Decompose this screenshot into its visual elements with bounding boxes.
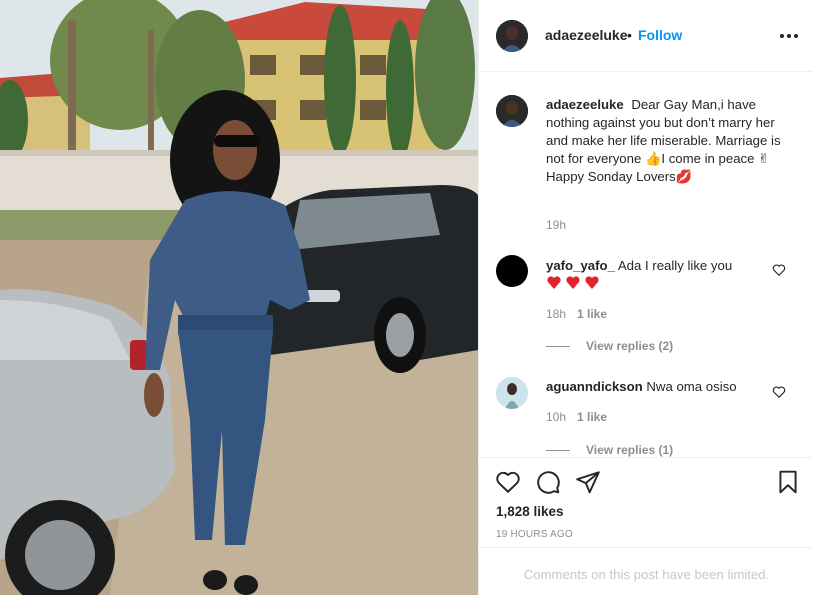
comment-like-heart-icon[interactable] (772, 385, 786, 399)
bookmark-icon[interactable] (775, 469, 801, 495)
comment-likes[interactable]: 1 like (577, 307, 607, 321)
comment-like-heart-icon[interactable] (772, 263, 786, 277)
post-actions: 1,828 likes 19 HOURS AGO (479, 457, 813, 547)
comments-limited-notice: Comments on this post have been limited. (479, 547, 813, 595)
comment-icon[interactable] (535, 469, 561, 495)
view-replies-button[interactable]: View replies (1) (586, 443, 673, 457)
post-side-panel: adaezeeluke • Follow adaezeeluke Dear Ga… (478, 0, 813, 595)
caption-timestamp[interactable]: 19h (546, 218, 566, 232)
comment-likes[interactable]: 1 like (577, 410, 607, 424)
comment-username[interactable]: yafo_yafo_ (546, 258, 615, 273)
post-photo-illustration (0, 0, 478, 595)
post-header: adaezeeluke • Follow (479, 0, 813, 72)
comment-body: yafo_yafo_ Ada I really like you (546, 257, 766, 275)
follow-button[interactable]: Follow (638, 27, 682, 43)
paper-plane-icon[interactable] (575, 469, 601, 495)
comment-text: Nwa oma osiso (646, 379, 737, 394)
caption-avatar[interactable] (496, 95, 528, 127)
comment-timestamp[interactable]: 10h (546, 410, 566, 424)
comment-emoji-hearts (546, 274, 606, 292)
red-heart-emoji-icon (547, 276, 599, 289)
comment-avatar[interactable] (496, 255, 528, 287)
post-photo[interactable] (0, 0, 478, 595)
post-timestamp[interactable]: 19 HOURS AGO (496, 529, 573, 540)
post-caption: adaezeeluke Dear Gay Man,i have nothing … (546, 96, 796, 186)
author-username[interactable]: adaezeeluke (545, 27, 628, 43)
header-separator: • (627, 27, 632, 43)
caption-text-line2: Happy Sonday Lovers💋 (546, 169, 693, 184)
likes-count[interactable]: 1,828 likes (496, 504, 564, 519)
view-replies-divider (546, 346, 570, 347)
comment-timestamp[interactable]: 18h (546, 307, 566, 321)
author-avatar[interactable] (496, 20, 528, 52)
caption-username[interactable]: adaezeeluke (546, 97, 624, 112)
view-replies-button[interactable]: View replies (2) (586, 339, 673, 353)
comments-list[interactable]: adaezeeluke Dear Gay Man,i have nothing … (479, 73, 813, 457)
comment-text: Ada I really like you (617, 258, 733, 273)
comment-avatar[interactable] (496, 377, 528, 409)
comment-body: aguanndickson Nwa oma osiso (546, 378, 766, 396)
more-horizontal-icon[interactable] (775, 22, 803, 50)
comment-username[interactable]: aguanndickson (546, 379, 643, 394)
view-replies-divider (546, 450, 570, 451)
heart-icon[interactable] (495, 469, 521, 495)
